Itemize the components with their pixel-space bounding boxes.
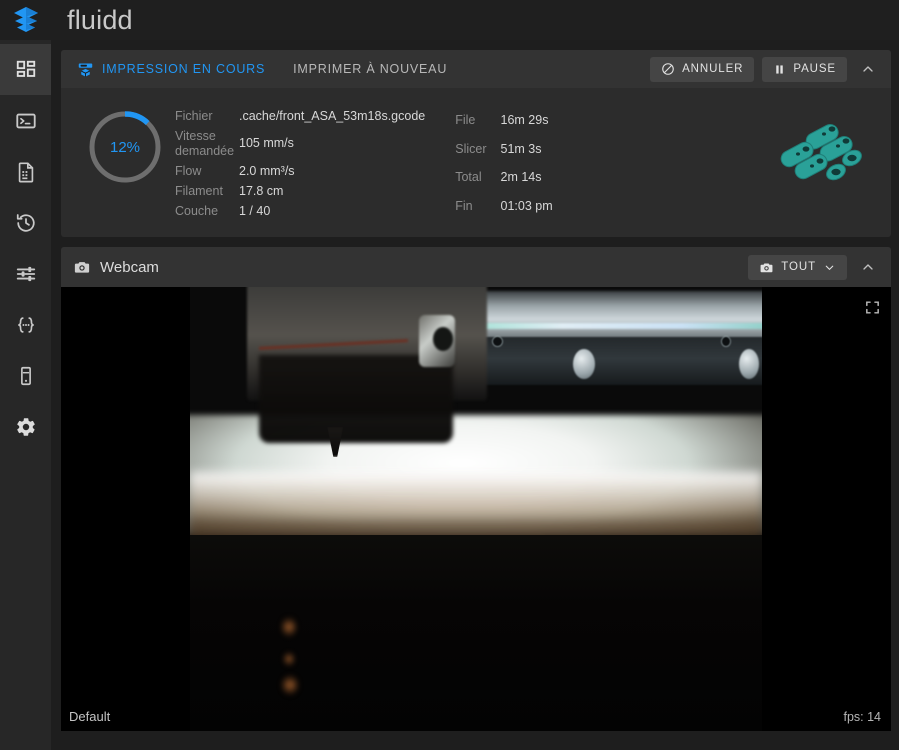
stat-key: Filament xyxy=(175,183,223,198)
sidebar-item-printer[interactable] xyxy=(0,350,51,401)
progress-percent-label: 12% xyxy=(109,138,141,156)
stat-key: Couche xyxy=(175,203,219,218)
terminal-icon xyxy=(15,113,36,128)
camera-icon xyxy=(74,262,90,273)
stat-value: 105 mm/s xyxy=(239,136,294,150)
history-clock-icon xyxy=(16,213,35,232)
stat-row: Couche 1 / 40 xyxy=(175,201,425,221)
cancel-button[interactable]: ANNULER xyxy=(650,56,755,82)
webcam-fullscreen-button[interactable] xyxy=(864,299,881,321)
chevron-down-icon xyxy=(825,265,834,270)
sidebar-item-settings[interactable] xyxy=(0,401,51,452)
main-area: fluidd IMPRESSION EN COURS IMPRIMER À NO… xyxy=(51,0,899,750)
cancel-button-label: ANNULER xyxy=(682,63,744,75)
app-logo[interactable] xyxy=(0,0,51,40)
print-status-body: 12% Fichier .cache/front_ASA_53m18s.gcod… xyxy=(61,88,891,237)
gear-icon xyxy=(16,417,35,436)
stat-row: Fin 01:03 pm xyxy=(455,192,552,221)
webcam-video-frame xyxy=(190,287,762,731)
gcode-model-thumbnail-icon xyxy=(780,123,862,181)
print-status-header: IMPRESSION EN COURS IMPRIMER À NOUVEAU A… xyxy=(61,50,891,88)
sidebar-item-dashboard[interactable] xyxy=(0,44,51,95)
stat-row: Total 2m 14s xyxy=(455,164,552,193)
webcam-stream-name: Default xyxy=(69,709,111,724)
stat-row: Fichier .cache/front_ASA_53m18s.gcode xyxy=(175,106,425,126)
sidebar-item-gcode-files[interactable] xyxy=(0,146,51,197)
pause-icon xyxy=(776,64,784,74)
stat-key: File xyxy=(455,112,476,127)
webcam-card: Webcam TOUT Default fps: 14 xyxy=(61,247,891,731)
file-document-icon xyxy=(18,161,33,182)
print-stats: Fichier .cache/front_ASA_53m18s.gcode Vi… xyxy=(175,102,767,221)
printer-3d-icon xyxy=(78,62,93,77)
fullscreen-expand-icon xyxy=(866,301,879,314)
stat-value: 2.0 mm³/s xyxy=(239,163,295,178)
printer-device-icon xyxy=(20,366,31,385)
pause-button-label: PAUSE xyxy=(793,63,836,75)
sidebar-item-console[interactable] xyxy=(0,95,51,146)
tab-print-again[interactable]: IMPRIMER À NOUVEAU xyxy=(289,62,451,76)
fluidd-layers-logo-icon xyxy=(13,7,38,32)
dashboard-grid-icon xyxy=(16,60,35,77)
stat-row: File 16m 29s xyxy=(455,106,552,135)
stat-value: 16m 29s xyxy=(500,112,549,127)
cancel-circle-slash-icon xyxy=(662,63,674,75)
progress-ring: 12% xyxy=(86,108,164,186)
app-title: fluidd xyxy=(67,4,133,35)
collapse-webcam-card-button[interactable] xyxy=(853,252,883,282)
sidebar-item-macros[interactable] xyxy=(0,299,51,350)
stat-value: 1 / 40 xyxy=(239,203,271,218)
stat-row: Flow 2.0 mm³/s xyxy=(175,161,425,181)
print-status-card: IMPRESSION EN COURS IMPRIMER À NOUVEAU A… xyxy=(61,50,891,237)
collapse-status-card-button[interactable] xyxy=(853,54,883,84)
sidebar xyxy=(0,0,51,750)
stat-key: Total xyxy=(455,170,482,185)
webcam-title: Webcam xyxy=(73,258,159,276)
webcam-title-label: Webcam xyxy=(100,258,159,276)
sidebar-item-history[interactable] xyxy=(0,197,51,248)
stat-row: Vitesse demandée 105 mm/s xyxy=(175,126,425,161)
print-stats-left: Fichier .cache/front_ASA_53m18s.gcode Vi… xyxy=(175,106,425,221)
chevron-up-icon xyxy=(863,66,873,72)
stat-key: Vitesse demandée xyxy=(175,128,235,158)
stat-key: Flow xyxy=(175,163,202,178)
stat-value: .cache/front_ASA_53m18s.gcode xyxy=(239,108,426,123)
webcam-stream-view[interactable]: Default fps: 14 xyxy=(61,287,891,731)
webcam-select-button[interactable]: TOUT xyxy=(748,254,847,280)
stat-key: Fin xyxy=(455,199,473,214)
sidebar-item-tune[interactable] xyxy=(0,248,51,299)
camera-icon xyxy=(760,262,773,272)
gcode-thumbnail-container xyxy=(767,102,877,188)
stat-row: Slicer 51m 3s xyxy=(455,135,552,164)
tab-print-again-label: IMPRIMER À NOUVEAU xyxy=(293,62,448,76)
tab-printing-label: IMPRESSION EN COURS xyxy=(102,62,266,76)
tune-sliders-icon xyxy=(16,266,35,281)
stat-value: 2m 14s xyxy=(500,170,542,185)
pause-button[interactable]: PAUSE xyxy=(762,56,847,82)
webcam-header: Webcam TOUT xyxy=(61,247,891,287)
print-stats-right: File 16m 29s Slicer 51m 3s Total 2m 14s xyxy=(455,106,552,221)
chevron-up-icon xyxy=(863,264,873,270)
top-bar: fluidd xyxy=(51,0,899,40)
tab-printing-in-progress[interactable]: IMPRESSION EN COURS xyxy=(73,61,269,78)
progress-ring-container: 12% xyxy=(75,102,175,186)
stat-value: 51m 3s xyxy=(500,141,542,156)
code-braces-icon xyxy=(17,316,34,333)
app-root: fluidd IMPRESSION EN COURS IMPRIMER À NO… xyxy=(0,0,899,750)
stat-value: 01:03 pm xyxy=(500,199,553,214)
sidebar-nav xyxy=(0,40,51,452)
stat-row: Filament 17.8 cm xyxy=(175,181,425,201)
webcam-letterbox-left xyxy=(61,287,190,731)
webcam-letterbox-right xyxy=(762,287,891,731)
stat-key: Fichier xyxy=(175,108,213,123)
stat-value: 17.8 cm xyxy=(239,183,284,198)
webcam-select-label: TOUT xyxy=(781,261,816,273)
stat-key: Slicer xyxy=(455,141,487,156)
webcam-fps-label: fps: 14 xyxy=(843,710,881,724)
content-area: IMPRESSION EN COURS IMPRIMER À NOUVEAU A… xyxy=(51,40,899,750)
